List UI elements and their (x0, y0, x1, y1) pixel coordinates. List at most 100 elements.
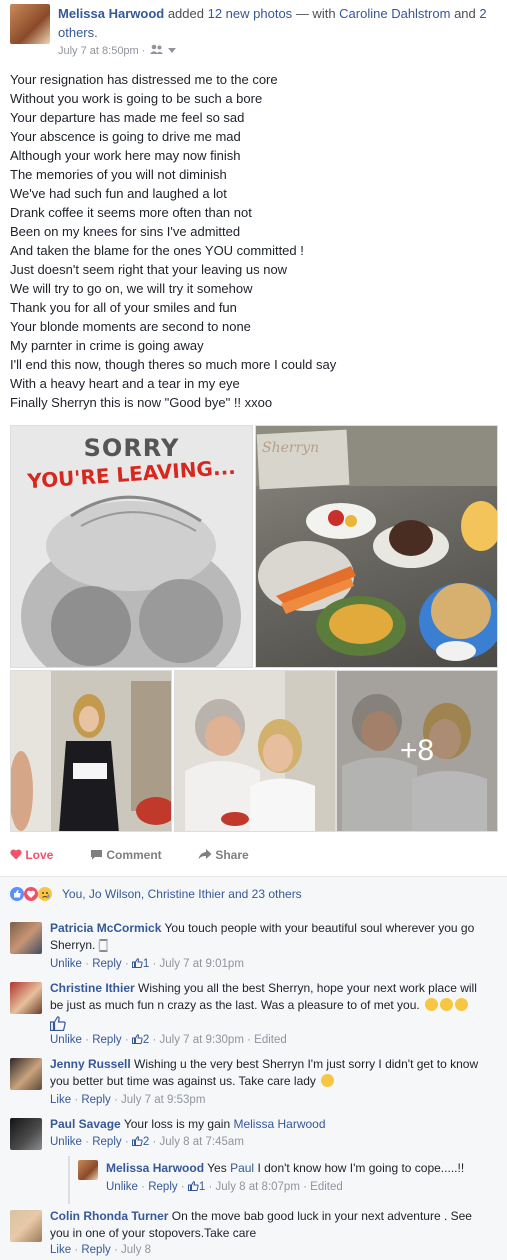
comment-time[interactable]: July 8 at 7:45am (160, 1136, 244, 1148)
love-button[interactable]: Love (10, 848, 53, 862)
comment-time[interactable]: July 7 at 9:53pm (121, 1094, 205, 1106)
thumbs-up-sticker-icon (49, 1016, 490, 1036)
unlike-button[interactable]: Unlike (50, 1034, 82, 1046)
love-reaction-icon (24, 887, 38, 901)
commenter-avatar[interactable] (10, 1118, 42, 1150)
comment-body: Patricia McCormick You touch people with… (50, 920, 490, 954)
commenter-avatar[interactable] (10, 982, 42, 1014)
reply-button[interactable]: Reply (92, 1034, 121, 1046)
tagged-friend-link[interactable]: Caroline Dahlstrom (339, 6, 450, 21)
comments-section: Patricia McCormick You touch people with… (0, 910, 507, 1260)
unlike-button[interactable]: Unlike (106, 1181, 138, 1193)
reply-button[interactable]: Reply (92, 1136, 121, 1148)
photos-count-link[interactable]: 12 new photos (208, 6, 293, 21)
poem-line: I'll end this now, though theres so much… (10, 357, 337, 372)
love-label: Love (25, 848, 54, 862)
added-text: added (167, 6, 204, 21)
edited-label[interactable]: Edited (310, 1181, 343, 1193)
photo-two-women[interactable] (174, 670, 336, 832)
sherryn-card-text: Sherryn (262, 440, 320, 456)
reply-text: I don't know how I'm going to cope.....!… (257, 1161, 465, 1175)
reply-button[interactable]: Reply (81, 1244, 110, 1256)
sorry-caption: SORRY YOU'RE LEAVING... (11, 434, 252, 493)
edited-label[interactable]: Edited (254, 1034, 287, 1046)
reactions-summary[interactable]: You, Jo Wilson, Christine Ithier and 23 … (62, 887, 302, 901)
meta-separator: · (152, 958, 157, 970)
comment-text: Your loss is my gain (123, 1117, 231, 1131)
comment-time[interactable]: July 7 at 9:01pm (160, 958, 244, 970)
photo-more-overlay[interactable]: +8 (336, 670, 498, 832)
mention-link[interactable]: Paul (230, 1161, 254, 1175)
reactions-bar[interactable]: You, Jo Wilson, Christine Ithier and 23 … (0, 876, 507, 911)
comment-meta: Like · Reply · July 7 at 9:53pm (50, 1094, 205, 1106)
reply-meta: Unlike · Reply · 1 · July 8 at 8:07pm · … (106, 1181, 343, 1193)
like-count[interactable]: 2 (131, 1034, 149, 1046)
poem-line: Drank coffee it seems more often than no… (10, 205, 252, 220)
post-meta: July 7 at 8:50pm · (58, 44, 176, 57)
mention-link[interactable]: Melissa Harwood (233, 1117, 325, 1131)
comment-meta: Unlike · Reply · 2 · July 8 at 7:45am (50, 1136, 244, 1148)
comment-meta: Like · Reply · July 8 (50, 1244, 151, 1256)
poem-line: Your abscence is going to drive me mad (10, 129, 241, 144)
poem-line: With a heavy heart and a tear in my eye (10, 376, 240, 391)
comment-button[interactable]: Comment (90, 848, 162, 862)
reply-avatar[interactable] (78, 1160, 98, 1180)
sad-reaction-icon (38, 887, 52, 901)
author-name-link[interactable]: Melissa Harwood (58, 6, 164, 21)
meta-separator: · (141, 45, 146, 57)
like-count[interactable]: 1 (187, 1181, 205, 1193)
poem-line: Been on my knees for sins I've admitted (10, 224, 241, 239)
poem-line: Just doesn't seem right that your leavin… (10, 262, 288, 277)
share-button[interactable]: Share (198, 848, 249, 862)
commenter-avatar[interactable] (10, 1058, 42, 1090)
reply-button[interactable]: Reply (92, 958, 121, 970)
meta-separator: · (141, 1181, 146, 1193)
poem-line: Finally Sherryn this is now "Good bye" !… (10, 395, 273, 410)
author-avatar[interactable] (10, 4, 50, 44)
comment-time[interactable]: July 8 at 8:07pm (216, 1181, 300, 1193)
poem-line: We will try to go on, we will try it som… (10, 281, 253, 296)
meta-separator: · (74, 1244, 79, 1256)
friends-icon[interactable] (149, 44, 168, 57)
share-icon (198, 849, 212, 860)
commenter-avatar[interactable] (10, 1210, 42, 1242)
meta-separator: · (113, 1244, 118, 1256)
photo-farewell-speech[interactable] (10, 670, 172, 832)
commenter-avatar[interactable] (10, 922, 42, 954)
photo-food-table[interactable]: Sherryn (255, 425, 498, 668)
commenter-name[interactable]: Christine Ithier (50, 981, 135, 995)
comment-body: Christine Ithier Wishing you all the bes… (49, 980, 490, 1036)
commenter-name[interactable]: Colin Rhonda Turner (50, 1209, 168, 1223)
comment-time[interactable]: July 7 at 9:30pm (160, 1034, 244, 1046)
unlike-button[interactable]: Unlike (50, 1136, 82, 1148)
grin-emoji-icon (425, 998, 439, 1011)
like-count[interactable]: 1 (131, 958, 149, 970)
like-button[interactable]: Like (50, 1094, 71, 1106)
thumbs-up-icon (131, 1034, 143, 1044)
commenter-name[interactable]: Paul Savage (50, 1117, 121, 1131)
meta-separator: · (74, 1094, 79, 1106)
comment-time[interactable]: July 8 (121, 1244, 151, 1256)
comment-meta: Unlike · Reply · 2 · July 7 at 9:30pm · … (50, 1034, 287, 1046)
photo-sorry-leaving[interactable]: SORRY YOU'RE LEAVING... (10, 425, 253, 668)
commenter-name[interactable]: Patricia McCormick (50, 921, 161, 935)
commenter-name[interactable]: Jenny Russell (50, 1057, 131, 1071)
audience-dropdown-icon[interactable] (167, 45, 176, 57)
reply-button[interactable]: Reply (81, 1094, 110, 1106)
like-button[interactable]: Like (50, 1244, 71, 1256)
with-separator: — with (295, 6, 336, 21)
replier-name[interactable]: Melissa Harwood (106, 1161, 204, 1175)
poem-line: We've had such fun and laughed a lot (10, 186, 227, 201)
post-body: Your resignation has distressed me to th… (10, 70, 500, 412)
comment-body: Colin Rhonda Turner On the move bab good… (50, 1208, 490, 1242)
like-count-value: 2 (142, 1136, 150, 1148)
reply-button[interactable]: Reply (148, 1181, 177, 1193)
post-timestamp[interactable]: July 7 at 8:50pm (58, 45, 139, 57)
unlike-button[interactable]: Unlike (50, 958, 82, 970)
comment-meta: Unlike · Reply · 1 · July 7 at 9:01pm (50, 958, 244, 970)
like-count[interactable]: 2 (131, 1136, 150, 1148)
more-photos-count[interactable]: +8 (337, 671, 497, 831)
comment-icon (91, 850, 102, 860)
poem-line: Although your work here may now finish (10, 148, 241, 163)
share-label: Share (215, 848, 249, 862)
